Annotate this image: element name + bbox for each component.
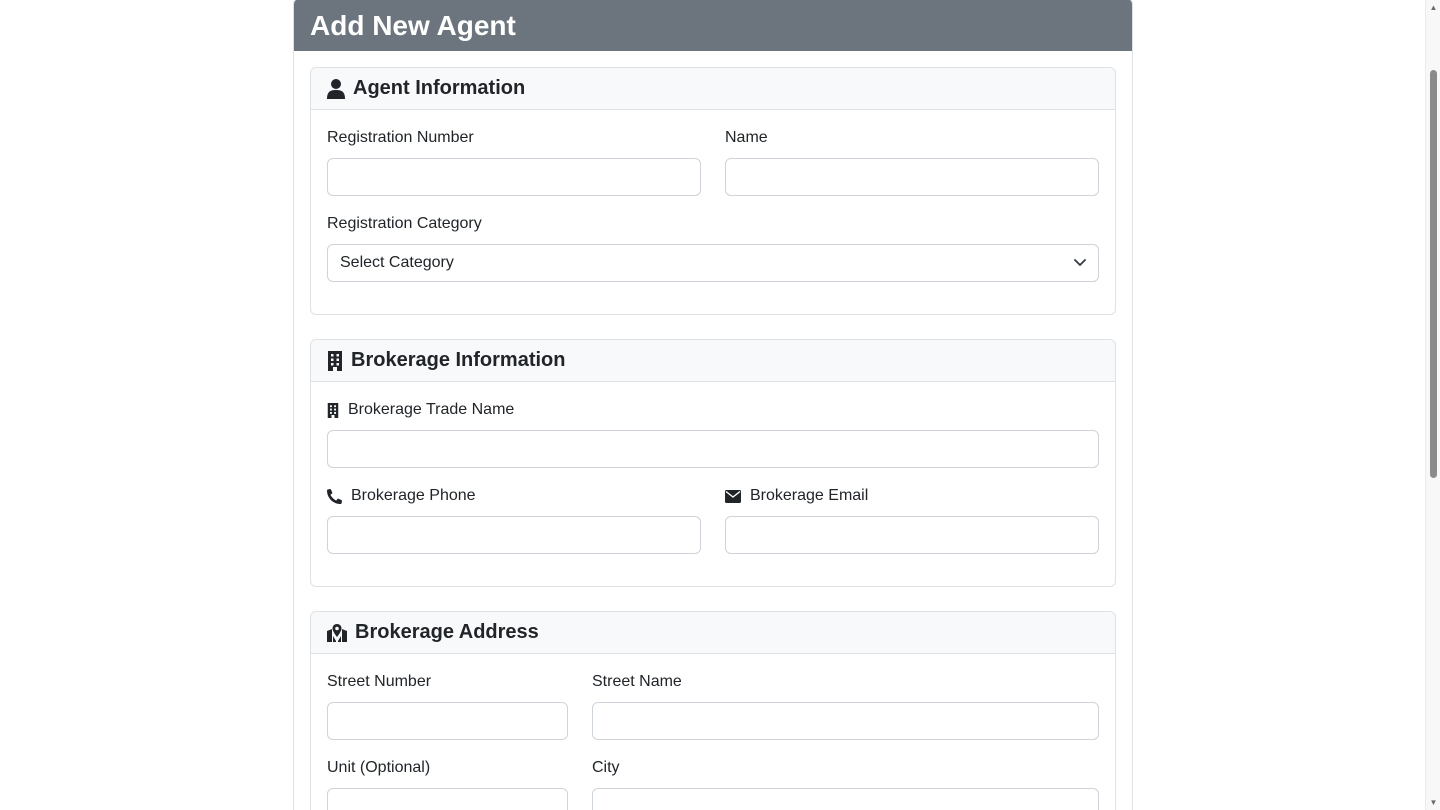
registration-category-selected: Select Category (340, 254, 454, 271)
brokerage-phone-label: Brokerage Phone (351, 487, 476, 504)
add-agent-card: Add New Agent Agent Information Registra… (293, 0, 1133, 810)
name-label: Name (725, 129, 768, 146)
name-group: Name (725, 126, 1099, 196)
brokerage-trade-name-input[interactable] (327, 430, 1099, 468)
registration-category-group: Registration Category Select Category (327, 212, 1099, 282)
page-title: Add New Agent (294, 0, 1132, 51)
person-icon (327, 78, 345, 99)
building-icon (327, 402, 339, 418)
envelope-icon (725, 489, 741, 503)
brokerage-information-section: Brokerage Information Brokerage Trade Na… (310, 339, 1116, 587)
unit-input[interactable] (327, 788, 568, 810)
form-body: Agent Information Registration Number Na… (294, 51, 1132, 810)
registration-number-input[interactable] (327, 158, 701, 196)
agent-information-section: Agent Information Registration Number Na… (310, 67, 1116, 315)
registration-number-label: Registration Number (327, 129, 474, 146)
building-icon (327, 350, 343, 371)
city-label: City (592, 759, 620, 776)
brokerage-information-title: Brokerage Information (351, 349, 566, 371)
scrollbar-thumb[interactable] (1430, 70, 1437, 478)
unit-label: Unit (Optional) (327, 759, 431, 776)
street-number-group: Street Number (327, 670, 568, 740)
agent-information-header: Agent Information (311, 68, 1115, 110)
street-name-group: Street Name (592, 670, 1099, 740)
agent-information-title: Agent Information (353, 77, 526, 99)
brokerage-email-label: Brokerage Email (750, 487, 869, 504)
brokerage-address-header: Brokerage Address (311, 612, 1115, 654)
unit-group: Unit (Optional) (327, 756, 568, 810)
brokerage-phone-input[interactable] (327, 516, 701, 554)
registration-category-label: Registration Category (327, 215, 482, 232)
page: Add New Agent Agent Information Registra… (0, 0, 1440, 810)
city-group: City (592, 756, 1099, 810)
street-number-input[interactable] (327, 702, 568, 740)
brokerage-address-title: Brokerage Address (355, 621, 539, 643)
brokerage-email-input[interactable] (725, 516, 1099, 554)
brokerage-information-header: Brokerage Information (311, 340, 1115, 382)
street-name-input[interactable] (592, 702, 1099, 740)
street-name-label: Street Name (592, 673, 682, 690)
city-input[interactable] (592, 788, 1099, 810)
street-number-label: Street Number (327, 673, 432, 690)
name-input[interactable] (725, 158, 1099, 196)
registration-category-select[interactable]: Select Category (327, 244, 1099, 282)
brokerage-trade-name-label: Brokerage Trade Name (348, 401, 515, 418)
registration-number-group: Registration Number (327, 126, 701, 196)
chevron-down-icon (1074, 254, 1086, 272)
brokerage-email-group: Brokerage Email (725, 484, 1099, 554)
brokerage-address-section: Brokerage Address Street Number Street N… (310, 611, 1116, 810)
map-location-icon (327, 623, 347, 642)
phone-icon (327, 488, 342, 504)
brokerage-phone-group: Brokerage Phone (327, 484, 701, 554)
brokerage-trade-name-group: Brokerage Trade Name (327, 398, 1099, 468)
vertical-scrollbar[interactable]: ▲ ▼ (1425, 0, 1440, 810)
scroll-up-arrow-icon[interactable]: ▲ (1426, 0, 1440, 15)
scroll-down-arrow-icon[interactable]: ▼ (1426, 795, 1440, 810)
